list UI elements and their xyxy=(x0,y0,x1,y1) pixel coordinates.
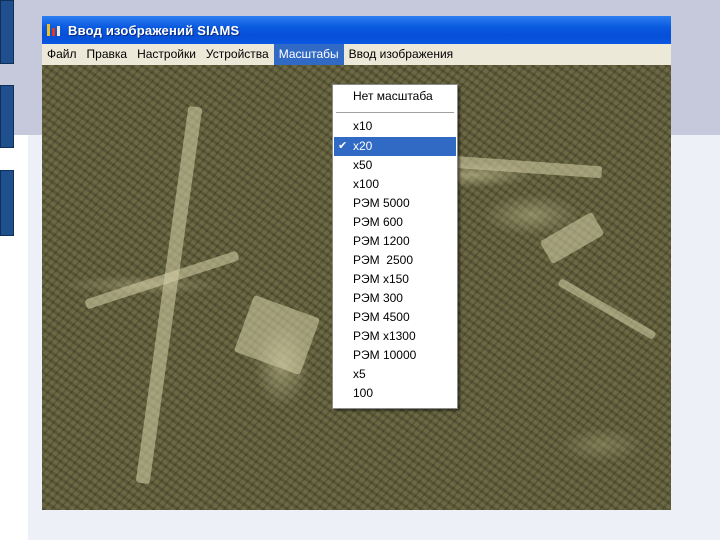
menu-item-scale[interactable]: x10 xyxy=(334,117,456,136)
menu-image-input[interactable]: Ввод изображения xyxy=(344,44,458,65)
menu-item-label: 100 xyxy=(353,386,374,400)
menu-item-label: x5 xyxy=(353,367,366,381)
menu-item-scale[interactable]: РЭМ x1300 xyxy=(334,327,456,346)
menu-item-label: x50 xyxy=(353,158,373,172)
slide-side-bar xyxy=(0,0,14,64)
image-texture xyxy=(557,278,657,340)
menu-item-label: РЭМ x1300 xyxy=(353,329,416,343)
scales-dropdown-menu: Нет масштаба x10 ✔ x20 x50 x100 РЭМ 5000 … xyxy=(332,84,458,409)
menu-item-scale[interactable]: x5 xyxy=(334,365,456,384)
menu-item-scale[interactable]: РЭМ 4500 xyxy=(334,308,456,327)
window-title: Ввод изображений SIAMS xyxy=(68,22,240,38)
check-icon: ✔ xyxy=(338,140,348,152)
menu-item-scale[interactable]: РЭМ 10000 xyxy=(334,346,456,365)
menu-item-scale[interactable]: 100 xyxy=(334,384,456,403)
image-texture xyxy=(233,294,321,376)
menu-item-label: РЭМ 1200 xyxy=(353,234,410,248)
menu-item-scale[interactable]: РЭМ x150 xyxy=(334,270,456,289)
menu-item-label: x10 xyxy=(353,119,373,133)
title-bar[interactable]: Ввод изображений SIAMS xyxy=(42,16,671,44)
slide-side-bar xyxy=(0,170,14,236)
menu-item-scale[interactable]: РЭМ 600 xyxy=(334,213,456,232)
app-icon xyxy=(46,22,62,38)
menu-edit[interactable]: Правка xyxy=(82,44,133,65)
slide-side-bar xyxy=(0,85,14,148)
menu-settings[interactable]: Настройки xyxy=(132,44,201,65)
menu-item-label: РЭМ 2500 xyxy=(353,253,413,267)
menu-item-scale[interactable]: x50 xyxy=(334,156,456,175)
menu-scales[interactable]: Масштабы xyxy=(273,44,344,65)
menu-separator xyxy=(336,112,454,113)
image-texture xyxy=(135,105,203,485)
menu-item-scale[interactable]: РЭМ 2500 xyxy=(334,251,456,270)
menu-item-label: x20 xyxy=(353,139,373,153)
image-texture xyxy=(539,211,605,265)
menu-item-scale[interactable]: РЭМ 5000 xyxy=(334,194,456,213)
menu-devices[interactable]: Устройства xyxy=(201,44,274,65)
app-window: Ввод изображений SIAMS Файл Правка Настр… xyxy=(42,16,671,510)
menu-item-no-scale[interactable]: Нет масштаба xyxy=(334,87,456,106)
menu-item-label: РЭМ 5000 xyxy=(353,196,410,210)
menu-item-label: РЭМ 4500 xyxy=(353,310,410,324)
menu-item-label: РЭМ 10000 xyxy=(353,348,417,362)
menu-item-scale-selected[interactable]: ✔ x20 xyxy=(334,137,456,156)
menu-item-scale[interactable]: x100 xyxy=(334,175,456,194)
menu-item-scale[interactable]: РЭМ 1200 xyxy=(334,232,456,251)
menu-file[interactable]: Файл xyxy=(42,44,82,65)
menu-item-label: РЭМ x150 xyxy=(353,272,409,286)
menu-item-scale[interactable]: РЭМ 300 xyxy=(334,289,456,308)
menu-item-label: РЭМ 300 xyxy=(353,291,403,305)
menu-item-label: x100 xyxy=(353,177,380,191)
menu-item-label: РЭМ 600 xyxy=(353,215,403,229)
menu-bar: Файл Правка Настройки Устройства Масштаб… xyxy=(42,44,671,65)
